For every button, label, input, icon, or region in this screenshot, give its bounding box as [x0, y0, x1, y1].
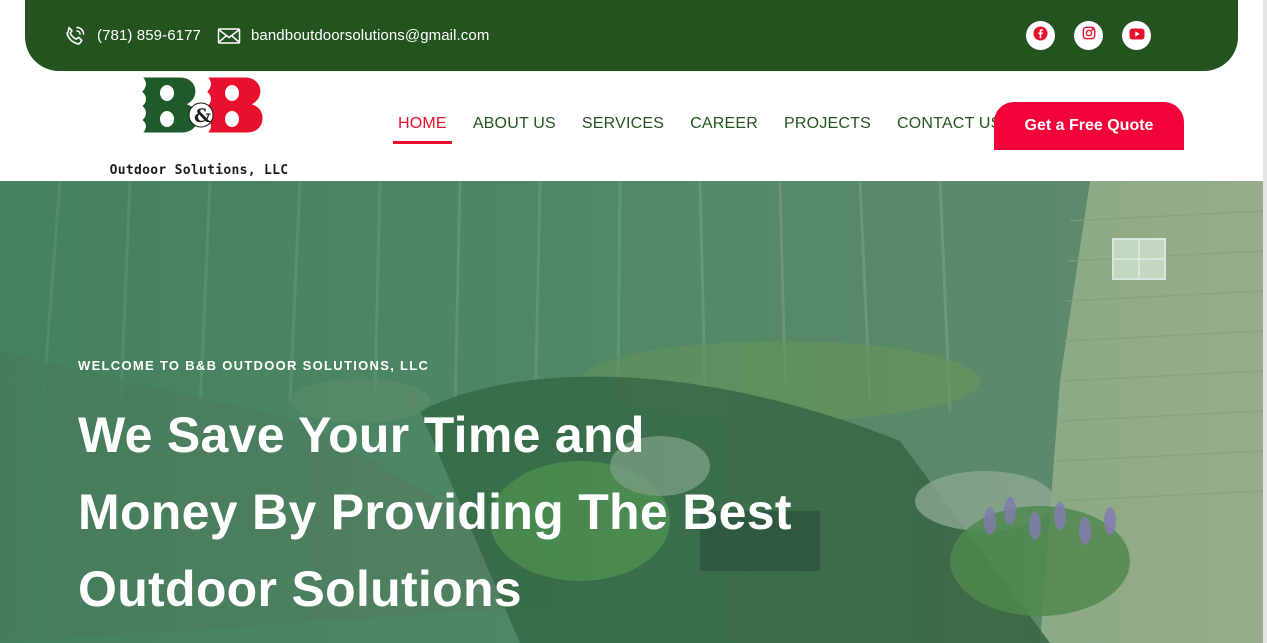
nav-home[interactable]: HOME: [393, 115, 452, 144]
phone-link[interactable]: (781) 859-6177: [63, 24, 201, 48]
logo-text: Outdoor Solutions, LLC: [109, 163, 289, 178]
instagram-icon: [1082, 26, 1096, 45]
envelope-icon: [217, 27, 241, 45]
hero-welcome-text: WELCOME TO B&B OUTDOOR SOLUTIONS, LLC: [78, 358, 430, 373]
contact-info: (781) 859-6177 bandboutdoorsolutions@gma…: [25, 24, 489, 48]
nav-services[interactable]: SERVICES: [577, 115, 669, 144]
hero-headline-line-1: We Save Your Time and: [78, 407, 645, 463]
hero-section: WELCOME TO B&B OUTDOOR SOLUTIONS, LLC We…: [0, 181, 1263, 643]
email-link[interactable]: bandboutdoorsolutions@gmail.com: [217, 27, 489, 45]
facebook-link[interactable]: [1026, 21, 1055, 50]
nav-projects[interactable]: PROJECTS: [779, 115, 876, 144]
nav-career[interactable]: CAREER: [685, 115, 763, 144]
youtube-icon: [1129, 27, 1145, 45]
email-address: bandboutdoorsolutions@gmail.com: [250, 27, 490, 44]
hero-headline-line-2: Money By Providing The Best: [78, 484, 792, 540]
phone-icon: [63, 24, 87, 48]
facebook-icon: [1033, 25, 1048, 46]
hero-headline-line-3: Outdoor Solutions: [78, 561, 522, 617]
social-links: [1026, 21, 1151, 50]
youtube-link[interactable]: [1122, 21, 1151, 50]
nav-contact-us[interactable]: CONTACT US: [892, 115, 1007, 144]
company-logo[interactable]: & Outdoor Solutions, LLC: [90, 71, 305, 181]
get-free-quote-button[interactable]: Get a Free Quote: [994, 102, 1184, 150]
page-scrollbar[interactable]: [1263, 0, 1267, 643]
hero-headline: We Save Your Time and Money By Providing…: [78, 397, 958, 628]
logo-mark: &: [136, 74, 266, 136]
site-header: & Outdoor Solutions, LLC HOME ABOUT US S…: [0, 71, 1267, 181]
svg-text:&: &: [194, 105, 211, 127]
instagram-link[interactable]: [1074, 21, 1103, 50]
nav-about-us[interactable]: ABOUT US: [468, 115, 561, 144]
phone-number: (781) 859-6177: [97, 27, 201, 44]
main-nav: HOME ABOUT US SERVICES CAREER PROJECTS C…: [393, 115, 1007, 144]
top-contact-bar: (781) 859-6177 bandboutdoorsolutions@gma…: [25, 0, 1238, 71]
